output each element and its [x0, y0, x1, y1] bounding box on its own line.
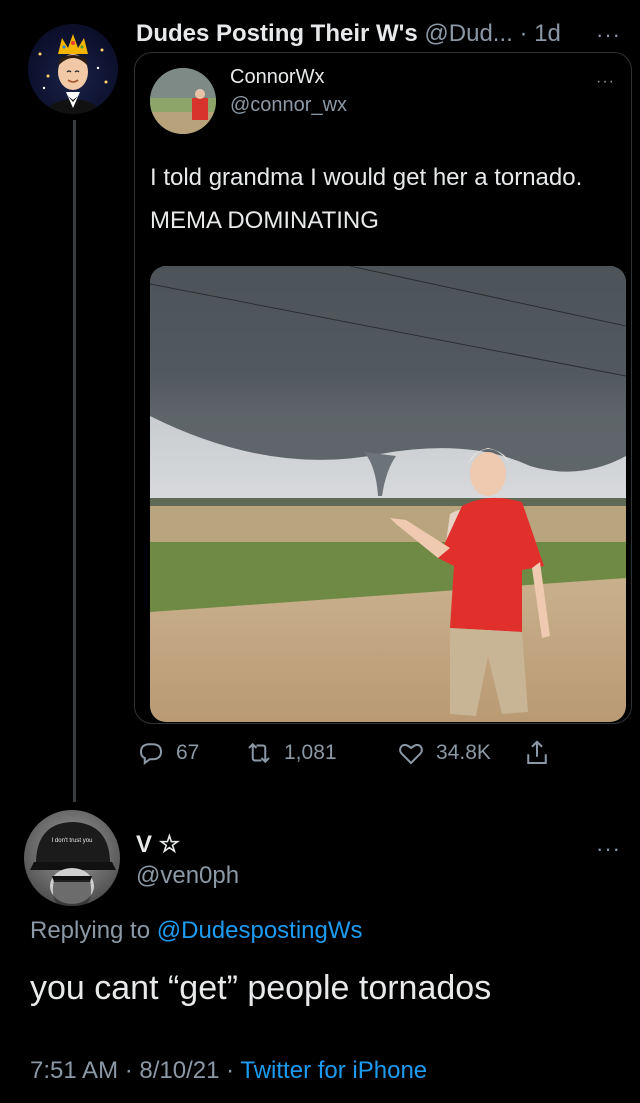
heart-icon	[399, 743, 423, 765]
quoted-author-handle[interactable]: @connor_wx	[230, 92, 347, 118]
avatar-illustration	[38, 34, 108, 114]
thread-tweet-header: Dudes Posting Their W's @Dud... · 1d	[136, 16, 636, 52]
share-icon	[527, 740, 547, 764]
like-action[interactable]: 34.8K	[396, 732, 491, 774]
reply-time[interactable]: 7:51 AM	[30, 1057, 118, 1084]
reply-more-icon[interactable]: ···	[596, 838, 621, 860]
retweet-count: 1,081	[284, 741, 337, 764]
avatar-dudes-posting[interactable]	[28, 24, 118, 114]
reply-meta-line: 7:51 AM · 8/10/21 · Twitter for iPhone	[30, 1057, 427, 1085]
author-handle[interactable]: @Dud...	[424, 20, 512, 47]
author-name[interactable]: Dudes Posting Their W's	[136, 20, 418, 47]
quoted-more-icon[interactable]: ···	[596, 74, 615, 90]
retweet-icon	[248, 742, 270, 764]
avatar-photo-cap: I don't trust you	[30, 822, 116, 906]
avatar-photo	[150, 68, 216, 134]
meta-separator: ·	[519, 20, 528, 47]
tweet-action-bar: 67 1,081 34.8K	[136, 732, 636, 774]
reply-action[interactable]: 67	[136, 732, 199, 774]
avatar-connorwx[interactable]	[150, 68, 216, 134]
replying-to-line: Replying to @DudespostingWs	[30, 917, 363, 945]
like-count: 34.8K	[436, 741, 491, 764]
cap-text: I don't trust you	[52, 838, 93, 844]
reply-source-link[interactable]: Twitter for iPhone	[240, 1057, 427, 1084]
retweet-action[interactable]: 1,081	[244, 732, 337, 774]
replying-to-link[interactable]: @DudespostingWs	[157, 917, 363, 944]
reply-count: 67	[176, 741, 200, 764]
reply-date[interactable]: 8/10/21	[139, 1057, 219, 1084]
tweet-age[interactable]: 1d	[534, 20, 561, 47]
quoted-tweet-text: I told grandma I would get her a tornado…	[150, 164, 583, 234]
share-action[interactable]	[522, 732, 562, 774]
tornado-photo-illustration	[150, 266, 626, 722]
more-options-icon[interactable]: ···	[596, 24, 621, 46]
replying-prefix: Replying to	[30, 917, 151, 944]
tornado-photo[interactable]	[150, 266, 626, 722]
reply-icon	[139, 743, 163, 765]
avatar-ven0ph[interactable]: I don't trust you	[24, 810, 120, 906]
reply-tweet-text: you cant “get” people tornados	[30, 969, 492, 1007]
reply-author-name[interactable]: V ☆	[136, 830, 180, 859]
thread-connector-line	[73, 120, 76, 802]
quoted-author-name[interactable]: ConnorWx	[230, 64, 324, 90]
meta-separator: ·	[124, 1057, 133, 1084]
reply-author-handle[interactable]: @ven0ph	[136, 862, 239, 890]
meta-separator: ·	[226, 1057, 235, 1084]
